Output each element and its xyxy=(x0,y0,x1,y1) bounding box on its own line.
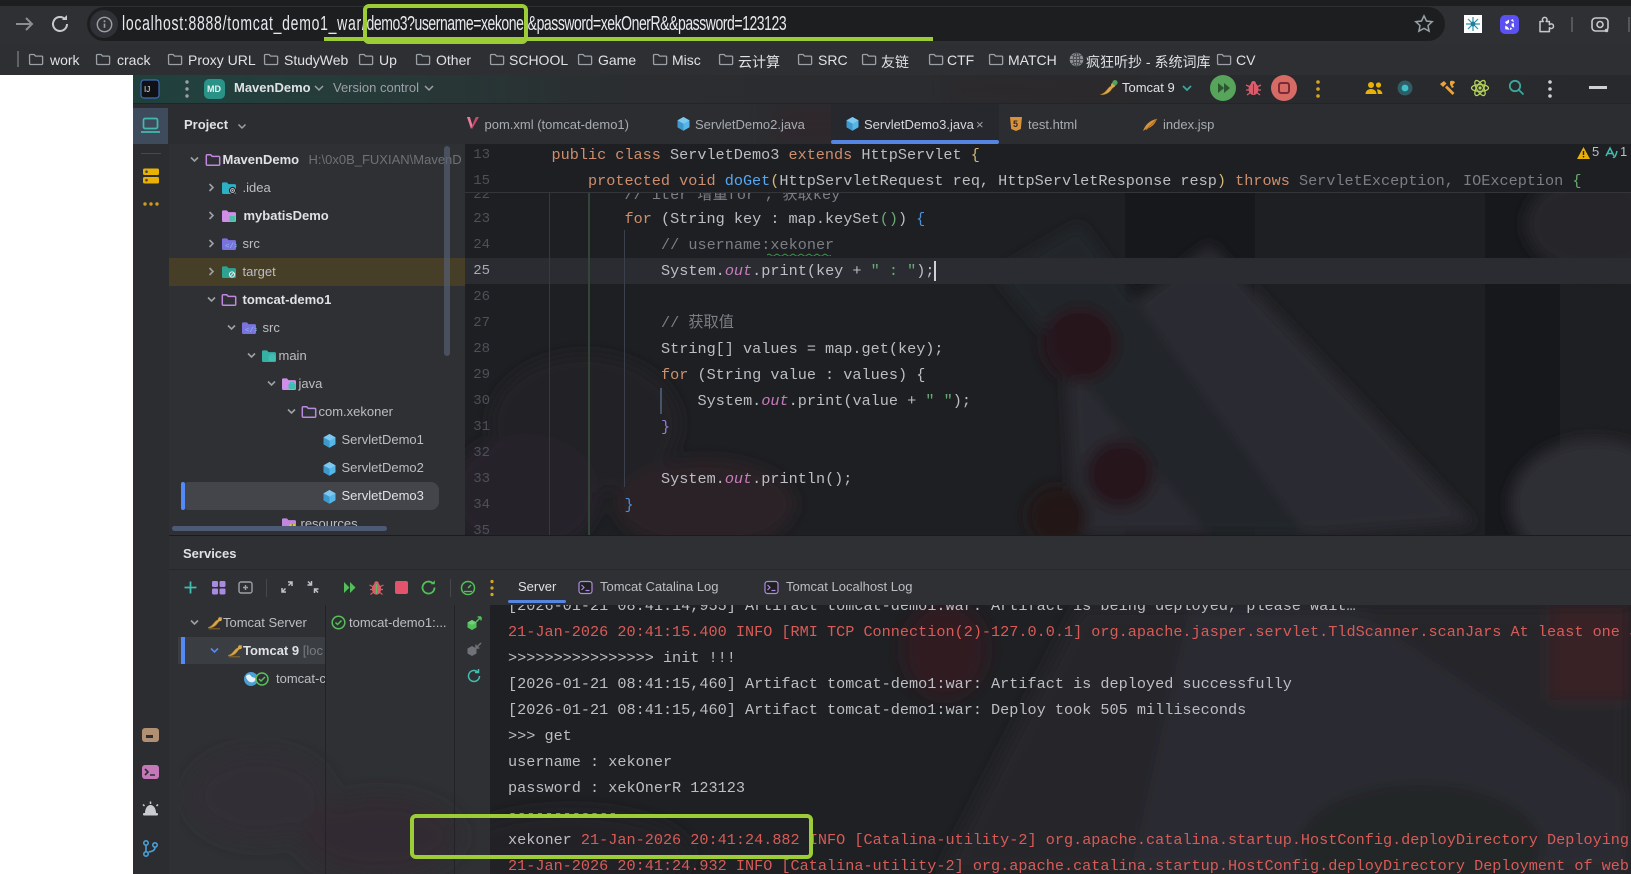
svg-text:</>: </> xyxy=(245,327,257,335)
svg-text:</>: </> xyxy=(225,243,237,251)
svg-text:5: 5 xyxy=(1013,119,1018,129)
svg-text:IJ: IJ xyxy=(144,85,150,94)
